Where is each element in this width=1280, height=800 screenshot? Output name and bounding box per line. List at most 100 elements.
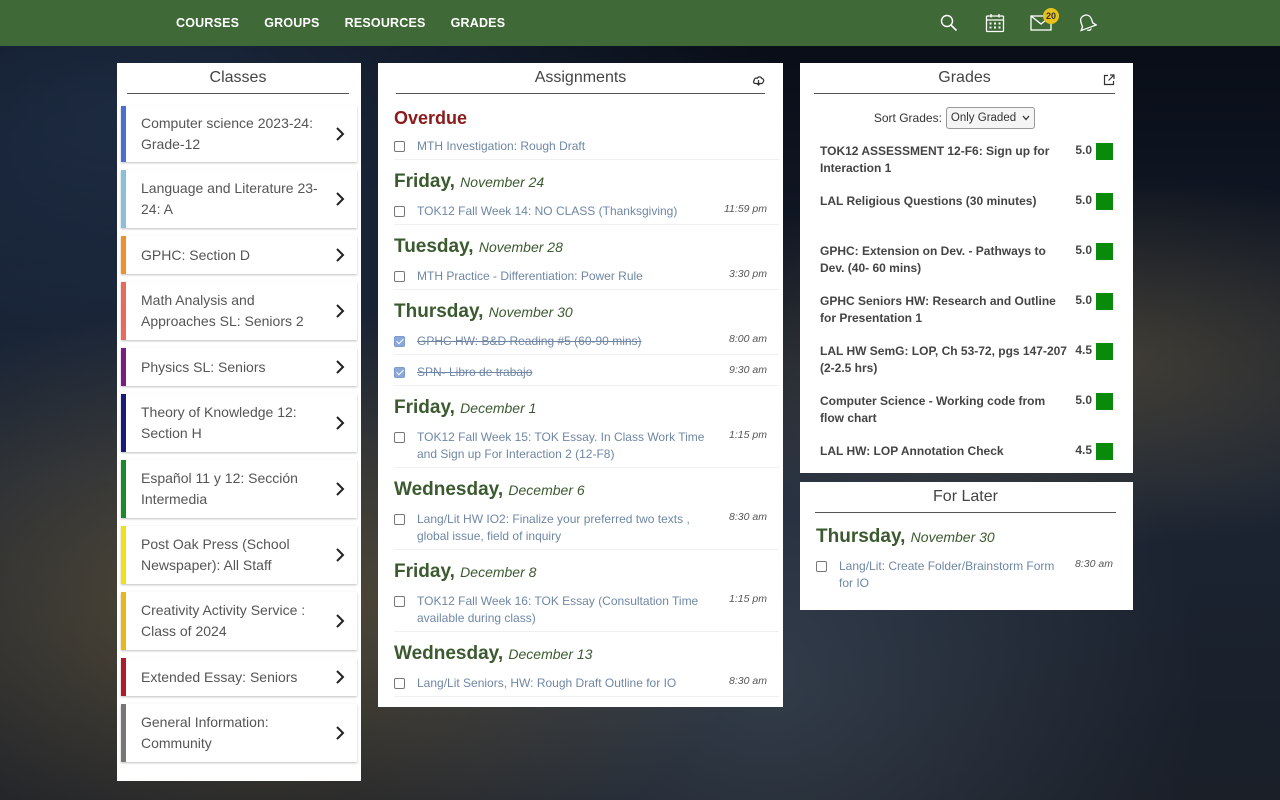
day-name: Thursday: [394, 301, 479, 322]
assignment-row[interactable]: Lang/Lit: Create Folder/Brainstorm Form …: [816, 549, 1125, 596]
assignment-title[interactable]: GPHC HW: B&D Reading #5 (60-90 mins): [417, 333, 779, 350]
assignment-title[interactable]: TOK12 Fall Week 16: TOK Essay (Consultat…: [417, 593, 779, 627]
class-item[interactable]: General Information: Community: [121, 704, 357, 762]
assignment-title[interactable]: Lang/Lit Seniors, HW: Rough Draft Outlin…: [417, 675, 779, 692]
assignment-title[interactable]: MTH Practice - Differentiation: Power Ru…: [417, 268, 779, 285]
class-item[interactable]: Creativity Activity Service : Class of 2…: [121, 592, 357, 650]
grade-row[interactable]: LAL Religious Questions (30 minutes) 5.0: [820, 185, 1113, 235]
grade-row[interactable]: GPHC Seniors HW: Research and Outline fo…: [820, 285, 1113, 335]
assignment-checkbox[interactable]: [394, 514, 405, 525]
grade-name[interactable]: GPHC: Extension on Dev. - Pathways to De…: [820, 243, 1068, 277]
classes-panel: Classes Computer science 2023-24: Grade-…: [117, 63, 361, 781]
assignment-checkbox[interactable]: [394, 141, 405, 152]
day-name: Friday: [394, 397, 450, 418]
class-item[interactable]: Computer science 2023-24: Grade-12: [121, 106, 357, 162]
notification-bell-icon[interactable]: [1064, 0, 1110, 46]
classes-title: Classes: [127, 63, 349, 94]
assignment-row[interactable]: MTH Practice - Differentiation: Power Ru…: [394, 259, 779, 290]
day-heading: Tuesday, November 28: [394, 236, 563, 257]
sort-grades-value: Only Graded: [950, 112, 1017, 124]
day-date: November 24: [460, 174, 545, 190]
assignment-row[interactable]: TOK12 Fall Week 15: TOK Essay. In Class …: [394, 420, 779, 468]
assignment-row[interactable]: Lang/Lit Seniors, HW: Rough Draft Outlin…: [394, 666, 779, 697]
chevron-right-icon: [335, 415, 345, 431]
external-link-icon[interactable]: [1103, 73, 1115, 91]
assignments-list: Overdue MTH Investigation: Rough Draft Fr…: [378, 107, 783, 697]
class-item[interactable]: Español 11 y 12: Sección Intermedia: [121, 460, 357, 518]
grade-name[interactable]: LAL HW SemG: LOP, Ch 53-72, pgs 147-207 …: [820, 343, 1068, 377]
assignment-title[interactable]: Lang/Lit HW IO2: Finalize your preferred…: [417, 511, 779, 545]
grades-title: Grades: [938, 69, 991, 86]
assignment-row[interactable]: MTH Investigation: Rough Draft: [394, 129, 779, 160]
for-later-day: Thursday: [816, 526, 901, 547]
assignment-title[interactable]: SPN- Libro de trabajo: [417, 364, 779, 381]
class-item[interactable]: Physics SL: Seniors: [121, 348, 357, 386]
sort-grades-label: Sort Grades:: [873, 111, 942, 125]
overdue-heading: Overdue: [394, 108, 468, 128]
assignment-checkbox[interactable]: [394, 271, 405, 282]
assignment-title[interactable]: MTH Investigation: Rough Draft: [417, 138, 779, 155]
assignment-row[interactable]: TOK12 Fall Week 16: TOK Essay (Consultat…: [394, 584, 779, 632]
assignment-time: 8:30 am: [729, 511, 767, 523]
grade-row[interactable]: TOK12 ASSESSMENT 12-F6: Sign up for Inte…: [820, 135, 1113, 185]
grade-name[interactable]: Computer Science - Working code from flo…: [820, 393, 1068, 427]
top-navigation-bar: COURSES GROUPS RESOURCES GRADES 20: [0, 0, 1280, 46]
grade-row[interactable]: LAL HW SemG: LOP, Ch 53-72, pgs 147-207 …: [820, 335, 1113, 385]
grade-name[interactable]: LAL HW: LOP Annotation Check: [820, 443, 1068, 460]
assignment-checkbox[interactable]: [816, 561, 827, 572]
assignment-checkbox[interactable]: [394, 367, 405, 378]
assignment-time: 8:00 am: [729, 333, 767, 345]
assignment-row[interactable]: TOK12 Fall Week 14: NO CLASS (Thanksgivi…: [394, 194, 779, 225]
calendar-icon[interactable]: [972, 0, 1018, 46]
assignment-checkbox[interactable]: [394, 206, 405, 217]
grade-name[interactable]: TOK12 ASSESSMENT 12-F6: Sign up for Inte…: [820, 143, 1068, 177]
search-icon[interactable]: [926, 0, 972, 46]
assignment-checkbox[interactable]: [394, 596, 405, 607]
grades-header: Grades: [814, 63, 1115, 94]
mail-icon[interactable]: 20: [1018, 0, 1064, 46]
grade-row[interactable]: Computer Science - Working code from flo…: [820, 385, 1113, 435]
grade-row[interactable]: LAL HW: LOP Annotation Check 4.5: [820, 435, 1113, 473]
assignment-time: 8:30 am: [729, 675, 767, 687]
assignment-time: 3:30 pm: [729, 268, 767, 280]
cloud-sync-icon[interactable]: [752, 73, 765, 91]
for-later-list: Thursday, November 30 Lang/Lit: Create F…: [800, 525, 1133, 596]
nav-courses[interactable]: COURSES: [176, 16, 239, 30]
grade-value: 5.0: [1075, 393, 1092, 407]
chevron-right-icon: [335, 126, 345, 142]
grade-row[interactable]: GPHC: Extension on Dev. - Pathways to De…: [820, 235, 1113, 285]
nav-groups[interactable]: GROUPS: [264, 16, 319, 30]
assignment-checkbox[interactable]: [394, 432, 405, 443]
class-item[interactable]: Extended Essay: Seniors: [121, 658, 357, 696]
grade-name[interactable]: LAL Religious Questions (30 minutes): [820, 193, 1068, 210]
day-name: Friday: [394, 561, 450, 582]
mail-badge: 20: [1043, 8, 1059, 24]
class-item-label: Physics SL: Seniors: [141, 358, 266, 375]
assignment-checkbox[interactable]: [394, 678, 405, 689]
chevron-right-icon: [335, 191, 345, 207]
day-date: December 8: [460, 564, 537, 580]
nav-grades[interactable]: GRADES: [451, 16, 506, 30]
class-item[interactable]: GPHC: Section D: [121, 236, 357, 274]
day-heading: Friday, December 8: [394, 561, 537, 582]
day-heading: Friday, November 24: [394, 171, 545, 192]
sort-grades-select[interactable]: Only Graded: [945, 107, 1036, 129]
class-item[interactable]: Language and Literature 23-24: A: [121, 170, 357, 228]
day-date: December 1: [460, 400, 537, 416]
grade-value: 5.0: [1075, 243, 1092, 257]
nav-resources[interactable]: RESOURCES: [345, 16, 426, 30]
class-item-label: Post Oak Press (School Newspaper): All S…: [141, 536, 290, 573]
assignments-header: Assignments: [396, 63, 765, 94]
class-item[interactable]: Theory of Knowledge 12: Section H: [121, 394, 357, 452]
class-item-label: Extended Essay: Seniors: [141, 668, 298, 685]
assignment-checkbox[interactable]: [394, 336, 405, 347]
class-item[interactable]: Post Oak Press (School Newspaper): All S…: [121, 526, 357, 584]
grade-indicator: [1096, 293, 1113, 310]
assignment-row[interactable]: SPN- Libro de trabajo 9:30 am: [394, 355, 779, 386]
grade-name[interactable]: GPHC Seniors HW: Research and Outline fo…: [820, 293, 1068, 327]
class-item[interactable]: Math Analysis and Approaches SL: Seniors…: [121, 282, 357, 340]
assignment-row[interactable]: GPHC HW: B&D Reading #5 (60-90 mins) 8:00…: [394, 324, 779, 355]
assignment-row[interactable]: Lang/Lit HW IO2: Finalize your preferred…: [394, 502, 779, 550]
assignment-title[interactable]: TOK12 Fall Week 15: TOK Essay. In Class …: [417, 429, 779, 463]
grade-value: 5.0: [1075, 143, 1092, 157]
